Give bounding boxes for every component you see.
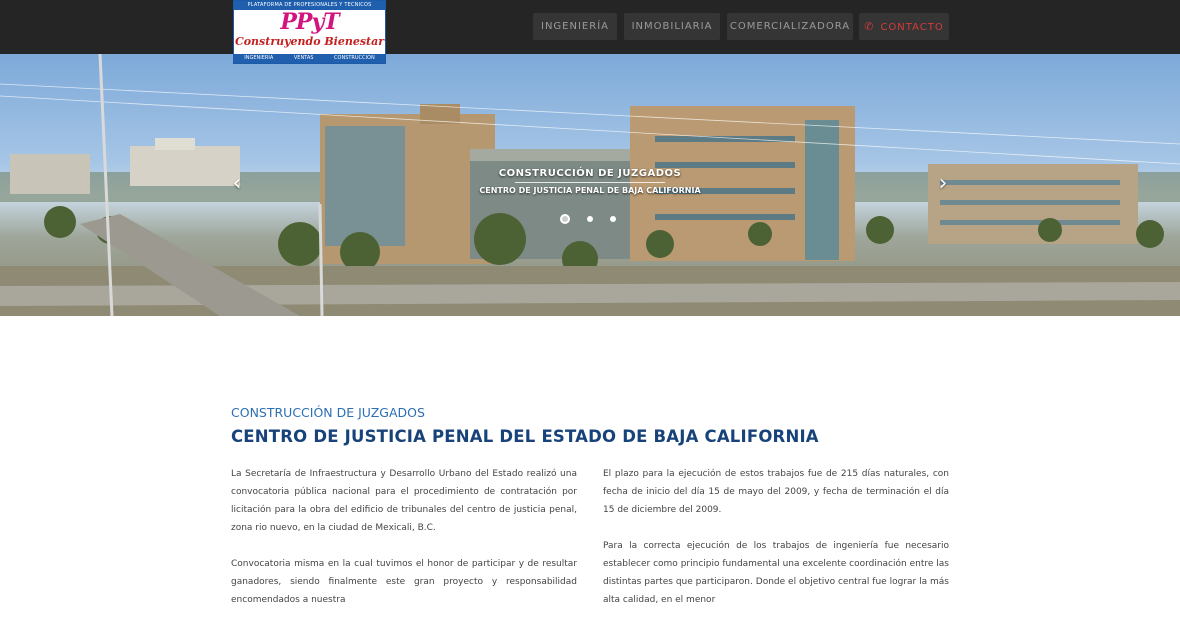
article-paragraph: Convocatoria misma en la cual tuvimos el… [231, 559, 577, 605]
article-column-left: La Secretaría de Infraestructura y Desar… [231, 465, 577, 627]
article-column-right: El plazo para la ejecución de estos trab… [603, 465, 949, 627]
article-paragraph: Para la correcta ejecución de los trabaj… [603, 541, 949, 605]
slide-subtitle: CENTRO DE JUSTICIA PENAL DE BAJA CALIFOR… [479, 186, 701, 195]
slider-pagination [560, 214, 616, 224]
nav-item-contacto-label: CONTACTO [880, 22, 944, 33]
slide-divider [515, 182, 665, 183]
site-logo[interactable]: PLATAFORMA DE PROFESIONALES Y TECNICOS P… [233, 0, 386, 64]
article-paragraph: El plazo para la ejecución de estos trab… [603, 469, 949, 515]
article-paragraph: La Secretaría de Infraestructura y Desar… [231, 469, 577, 533]
top-navigation-bar: PLATAFORMA DE PROFESIONALES Y TECNICOS P… [0, 0, 1180, 64]
article-kicker: CONSTRUCCIÓN DE JUZGADOS [231, 405, 425, 420]
hero-photo [0, 54, 1180, 316]
slider-dot[interactable] [587, 216, 593, 222]
article-headline: CENTRO DE JUSTICIA PENAL DEL ESTADO DE B… [231, 427, 819, 446]
chevron-left-icon[interactable]: ‹ [229, 171, 245, 197]
logo-tagline: Construyendo Bienestar [234, 35, 385, 48]
logo-bottom-item: CONSTRUCCION [334, 55, 375, 61]
slider-dot[interactable] [610, 216, 616, 222]
slide-title: CONSTRUCCIÓN DE JUZGADOS [498, 168, 682, 179]
nav-item-comercializadora[interactable]: COMERCIALIZADORA [727, 13, 853, 40]
logo-bottom-strip: INGENIERIA VENTAS CONSTRUCCION [234, 54, 385, 63]
hero-slider: CONSTRUCCIÓN DE JUZGADOS CENTRO DE JUSTI… [0, 54, 1180, 316]
nav-item-ingenieria[interactable]: INGENIERÍA [533, 13, 617, 40]
nav-item-contacto[interactable]: ✆ CONTACTO [859, 13, 949, 40]
slider-dot[interactable] [560, 214, 570, 224]
logo-mark: PPyT [280, 9, 339, 35]
phone-icon: ✆ [864, 20, 875, 33]
logo-bottom-item: INGENIERIA [244, 55, 274, 61]
chevron-right-icon[interactable]: › [935, 171, 951, 197]
logo-bottom-item: VENTAS [293, 55, 314, 61]
nav-item-inmobiliaria[interactable]: INMOBILIARIA [624, 13, 720, 40]
